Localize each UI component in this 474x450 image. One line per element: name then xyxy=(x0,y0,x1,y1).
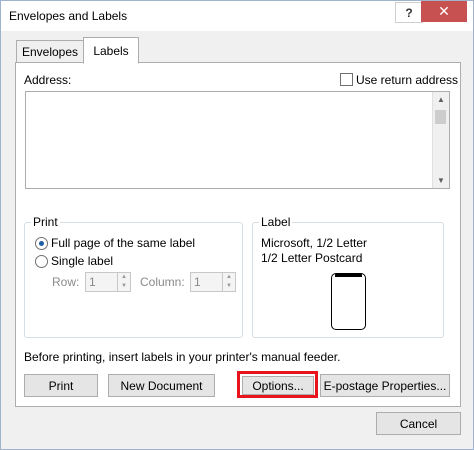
label-preview-icon xyxy=(331,273,366,330)
single-label-radio[interactable] xyxy=(35,255,48,268)
single-label-label: Single label xyxy=(51,254,114,268)
tab-labels-label: Labels xyxy=(93,43,129,58)
address-scrollbar[interactable]: ▲ ▼ xyxy=(432,92,449,188)
row-spinner[interactable]: 1 ▲ ▼ xyxy=(85,272,131,292)
close-icon: ✕ xyxy=(438,3,450,19)
column-label: Column: xyxy=(140,275,185,289)
label-vendor-product: Microsoft, 1/2 Letter xyxy=(261,236,368,250)
label-description: 1/2 Letter Postcard xyxy=(261,251,363,265)
help-button[interactable]: ? xyxy=(395,2,423,23)
new-document-button[interactable]: New Document xyxy=(108,374,215,397)
column-spinner[interactable]: 1 ▲ ▼ xyxy=(190,272,236,292)
address-label: Address: xyxy=(24,73,72,87)
print-group: Print Full page of the same label Single… xyxy=(24,215,243,338)
full-page-label: Full page of the same label xyxy=(51,236,196,250)
tab-labels[interactable]: Labels xyxy=(83,37,139,64)
labels-panel: Address: Use return address ▲ ▼ Print Fu… xyxy=(15,62,461,407)
address-textarea[interactable]: ▲ ▼ xyxy=(25,91,450,189)
dialog-title: Envelopes and Labels xyxy=(9,9,128,23)
row-label: Row: xyxy=(52,275,80,289)
envelopes-labels-dialog: Envelopes and Labels ? ✕ Envelopes Label… xyxy=(0,0,474,450)
use-return-address-checkbox[interactable] xyxy=(340,73,353,86)
full-page-radio[interactable] xyxy=(35,237,48,250)
print-button[interactable]: Print xyxy=(24,374,98,397)
column-value: 1 xyxy=(194,275,201,289)
epostage-properties-button[interactable]: E-postage Properties... xyxy=(320,374,450,397)
title-bar: Envelopes and Labels ? ✕ xyxy=(1,1,473,31)
label-group[interactable]: Label Microsoft, 1/2 Letter 1/2 Letter P… xyxy=(252,215,444,338)
tab-envelopes[interactable]: Envelopes xyxy=(16,40,84,64)
scroll-thumb[interactable] xyxy=(435,110,446,124)
manual-feeder-note: Before printing, insert labels in your p… xyxy=(24,350,341,364)
use-return-address-label: Use return address xyxy=(356,73,459,87)
cancel-button[interactable]: Cancel xyxy=(376,412,461,435)
label-preview-top xyxy=(335,274,362,277)
options-button[interactable]: Options... xyxy=(242,376,314,395)
print-group-label: Print xyxy=(31,215,60,229)
tab-envelopes-label: Envelopes xyxy=(21,45,79,59)
row-spin-arrows-icon[interactable]: ▲ ▼ xyxy=(117,273,130,291)
row-value: 1 xyxy=(89,275,96,289)
scroll-up-arrow-icon[interactable]: ▲ xyxy=(436,95,446,104)
column-spin-arrows-icon[interactable]: ▲ ▼ xyxy=(222,273,235,291)
label-group-label: Label xyxy=(259,215,293,229)
scroll-down-arrow-icon[interactable]: ▼ xyxy=(436,176,446,185)
close-button[interactable]: ✕ xyxy=(421,1,467,22)
